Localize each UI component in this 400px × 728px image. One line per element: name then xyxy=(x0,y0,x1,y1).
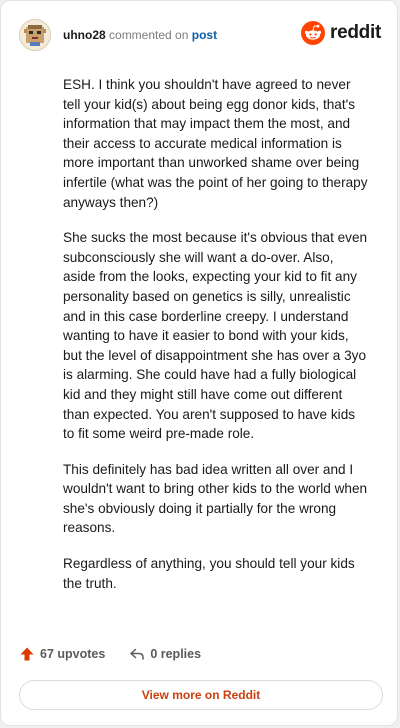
comment-header: uhno28 commented on post xyxy=(19,17,217,53)
pixel-avatar-icon[interactable] xyxy=(19,19,51,51)
post-link[interactable]: post xyxy=(192,28,217,42)
comment-paragraph: ESH. I think you shouldn't have agreed t… xyxy=(63,77,368,210)
reddit-snoo-icon xyxy=(301,21,326,45)
comment-actions: 67 upvotes 0 replies xyxy=(19,646,201,662)
reply-arrow-icon xyxy=(130,648,145,660)
view-more-button[interactable]: View more on Reddit xyxy=(19,680,383,710)
upvote-arrow-icon xyxy=(20,647,34,661)
comment-paragraph: She sucks the most because it's obvious … xyxy=(63,230,368,442)
reply-count: 0 replies xyxy=(150,647,202,661)
action-text: commented on xyxy=(109,28,189,42)
reddit-wordmark: reddit xyxy=(330,22,381,43)
comment-meta: uhno28 commented on post xyxy=(63,28,217,42)
comment-paragraph: Regardless of anything, you should tell … xyxy=(63,556,355,591)
upvote-button[interactable]: 67 upvotes xyxy=(19,646,105,662)
view-more-label: View more on Reddit xyxy=(141,688,261,702)
comment-embed-card: uhno28 commented on post reddit ESH. I t… xyxy=(0,0,398,726)
comment-body: ESH. I think you shouldn't have agreed t… xyxy=(63,75,369,609)
upvote-count: 67 upvotes xyxy=(40,647,106,661)
reply-button[interactable]: 0 replies xyxy=(129,646,201,662)
reddit-logo[interactable]: reddit xyxy=(301,21,381,45)
username-link[interactable]: uhno28 xyxy=(63,28,106,42)
comment-paragraph: This definitely has bad idea written all… xyxy=(63,461,368,536)
